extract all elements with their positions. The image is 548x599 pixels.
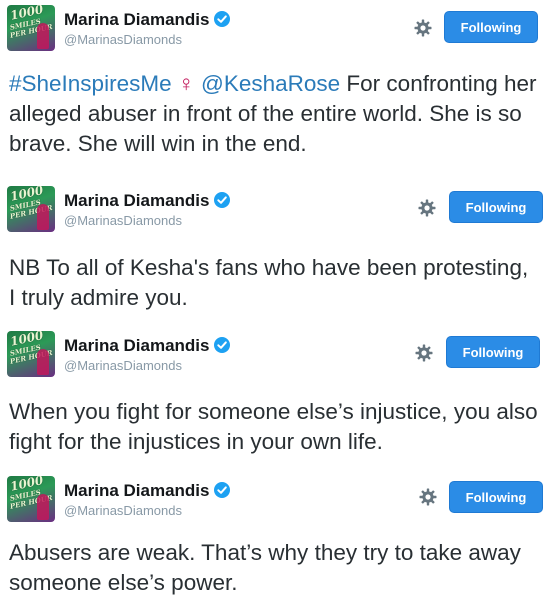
tweet-text: Abusers are weak. That’s why they try to… (9, 540, 521, 595)
avatar-figure (37, 349, 49, 375)
display-name-text: Marina Diamandis (64, 10, 210, 29)
hashtag-link[interactable]: #SheInspiresMe (9, 71, 172, 96)
avatar[interactable]: 1000 SMILES PER HOUR (7, 331, 55, 377)
user-handle[interactable]: @MarinasDiamonds (64, 213, 182, 228)
following-button[interactable]: Following (449, 191, 543, 223)
avatar[interactable]: 1000 SMILES PER HOUR (7, 5, 55, 51)
avatar-figure (37, 494, 49, 520)
verified-badge-icon (213, 482, 230, 498)
user-handle[interactable]: @MarinasDiamonds (64, 358, 182, 373)
tweet-text: When you fight for someone else’s injust… (9, 399, 538, 454)
display-name-text: Marina Diamandis (64, 191, 210, 210)
gear-icon[interactable] (417, 198, 437, 218)
display-name-text: Marina Diamandis (64, 481, 210, 500)
display-name[interactable]: Marina Diamandis (64, 336, 230, 356)
gear-icon[interactable] (413, 18, 433, 38)
female-sign-emoji: ♀ (177, 71, 195, 96)
avatar[interactable]: 1000 SMILES PER HOUR (7, 186, 55, 232)
display-name-text: Marina Diamandis (64, 336, 210, 355)
gear-icon[interactable] (418, 487, 438, 507)
tweet-header: 1000 SMILES PER HOUR Marina Diamandis @M… (0, 181, 548, 237)
user-handle[interactable]: @MarinasDiamonds (64, 503, 182, 518)
tweet-header: 1000 SMILES PER HOUR Marina Diamandis @M… (0, 326, 548, 382)
tweet-text: #SheInspiresMe ♀ @KeshaRose For confront… (9, 69, 539, 159)
verified-badge-icon (213, 192, 230, 208)
user-handle[interactable]: @MarinasDiamonds (64, 32, 182, 47)
display-name[interactable]: Marina Diamandis (64, 481, 230, 501)
tweet-text: NB To all of Kesha's fans who have been … (9, 255, 529, 310)
following-button[interactable]: Following (449, 481, 543, 513)
tweet-header: 1000 SMILES PER HOUR Marina Diamandis @M… (0, 0, 548, 56)
mention-link[interactable]: @KeshaRose (201, 71, 340, 96)
avatar-figure (37, 23, 49, 49)
following-button[interactable]: Following (446, 336, 540, 368)
display-name[interactable]: Marina Diamandis (64, 191, 230, 211)
gear-icon[interactable] (414, 343, 434, 363)
verified-badge-icon (213, 11, 230, 27)
tweet-header: 1000 SMILES PER HOUR Marina Diamandis @M… (0, 471, 548, 527)
verified-badge-icon (213, 337, 230, 353)
following-button[interactable]: Following (444, 11, 538, 43)
avatar[interactable]: 1000 SMILES PER HOUR (7, 476, 55, 522)
display-name[interactable]: Marina Diamandis (64, 10, 230, 30)
avatar-figure (37, 204, 49, 230)
